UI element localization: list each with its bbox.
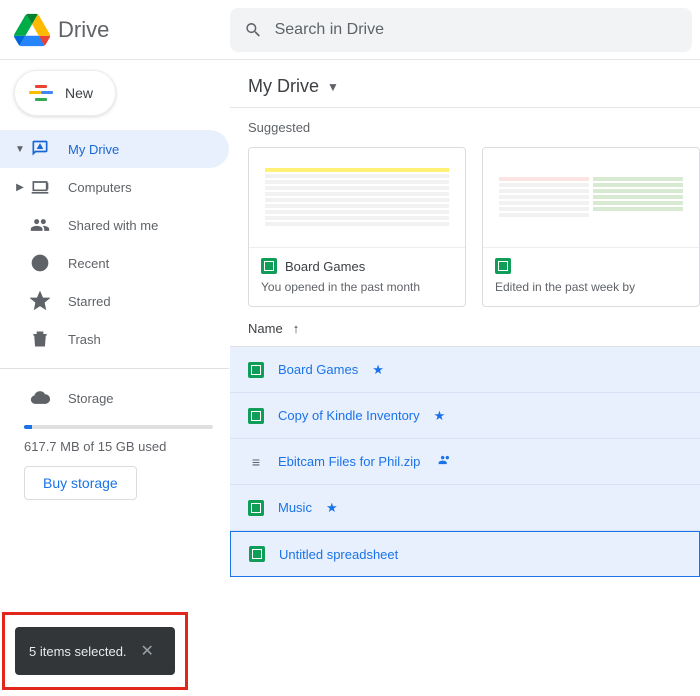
sidebar-item-label: My Drive <box>68 142 119 157</box>
file-row[interactable]: Board Games ★ <box>230 347 700 393</box>
sidebar-item-computers[interactable]: ▶ Computers <box>0 168 229 206</box>
trash-icon <box>28 327 52 351</box>
close-icon[interactable]: ✕ <box>141 641 154 661</box>
new-button-label: New <box>65 85 93 101</box>
toast-selection: 5 items selected. ✕ <box>15 627 175 675</box>
divider <box>0 368 229 369</box>
recent-icon <box>28 251 52 275</box>
sheets-icon <box>495 258 511 274</box>
sidebar-item-label: Computers <box>68 180 132 195</box>
suggested-card[interactable]: Board Games You opened in the past month <box>248 147 466 307</box>
sheets-icon <box>249 546 265 562</box>
main-content: My Drive ▼ Suggested Board Games Yo <box>230 60 700 696</box>
storage-bar <box>24 425 213 429</box>
zip-icon: ≡ <box>248 454 264 470</box>
card-title: Board Games <box>285 259 365 274</box>
file-name: Music <box>278 500 312 515</box>
column-name: Name <box>248 321 283 336</box>
file-name: Untitled spreadsheet <box>279 547 398 562</box>
new-button[interactable]: New <box>14 70 116 116</box>
suggested-heading: Suggested <box>248 120 700 135</box>
file-name: Copy of Kindle Inventory <box>278 408 420 423</box>
shared-icon <box>28 213 52 237</box>
sheets-icon <box>248 408 264 424</box>
list-header[interactable]: Name ↑ <box>230 307 700 347</box>
card-subtitle: Edited in the past week by <box>495 280 687 294</box>
file-name: Ebitcam Files for Phil.zip <box>278 454 420 469</box>
file-row[interactable]: Untitled spreadsheet <box>230 531 700 577</box>
shared-badge-icon <box>438 453 452 470</box>
app-header: Drive <box>0 0 700 60</box>
chevron-down-icon[interactable]: ▼ <box>12 144 28 155</box>
sidebar-item-label: Recent <box>68 256 109 271</box>
sidebar-item-shared[interactable]: Shared with me <box>0 206 229 244</box>
file-list: Board Games ★ Copy of Kindle Inventory ★… <box>230 347 700 577</box>
cloud-icon <box>28 386 52 410</box>
suggested-card[interactable]: Edited in the past week by <box>482 147 700 307</box>
file-name: Board Games <box>278 362 358 377</box>
my-drive-icon <box>28 137 52 161</box>
sidebar-item-label: Storage <box>68 391 114 406</box>
sidebar-item-label: Shared with me <box>68 218 158 233</box>
brand-name: Drive <box>58 17 109 43</box>
search-bar[interactable] <box>230 8 692 52</box>
sidebar-item-trash[interactable]: Trash <box>0 320 229 358</box>
chevron-down-icon[interactable]: ▼ <box>327 80 339 94</box>
star-filled-icon: ★ <box>434 408 446 424</box>
breadcrumb[interactable]: My Drive ▼ <box>230 60 700 108</box>
card-thumbnail <box>249 148 465 248</box>
plus-icon <box>29 81 53 105</box>
search-icon <box>244 20 263 40</box>
sidebar-item-recent[interactable]: Recent <box>0 244 229 282</box>
sidebar-item-my-drive[interactable]: ▼ My Drive <box>0 130 229 168</box>
storage-used-text: 617.7 MB of 15 GB used <box>24 439 213 454</box>
star-filled-icon: ★ <box>372 362 384 378</box>
card-thumbnail <box>483 148 699 248</box>
drive-logo-icon <box>14 12 50 48</box>
sheets-icon <box>248 362 264 378</box>
computers-icon <box>28 175 52 199</box>
sidebar-item-starred[interactable]: Starred <box>0 282 229 320</box>
breadcrumb-label: My Drive <box>248 76 319 97</box>
sheets-icon <box>261 258 277 274</box>
sheets-icon <box>248 500 264 516</box>
sidebar-item-storage[interactable]: Storage <box>0 379 229 417</box>
chevron-right-icon[interactable]: ▶ <box>12 182 28 193</box>
brand[interactable]: Drive <box>0 12 230 48</box>
annotation-highlight: 5 items selected. ✕ <box>2 612 188 690</box>
toast-text: 5 items selected. <box>29 644 127 659</box>
sidebar-item-label: Trash <box>68 332 101 347</box>
sidebar-item-label: Starred <box>68 294 111 309</box>
star-icon <box>28 289 52 313</box>
sort-arrow-up-icon[interactable]: ↑ <box>293 321 300 336</box>
buy-storage-button[interactable]: Buy storage <box>24 466 137 500</box>
card-subtitle: You opened in the past month <box>261 280 453 294</box>
file-row[interactable]: ≡ Ebitcam Files for Phil.zip <box>230 439 700 485</box>
sidebar: New ▼ My Drive ▶ Computers Shared with m… <box>0 60 230 696</box>
star-filled-icon: ★ <box>326 500 338 516</box>
search-input[interactable] <box>275 21 678 39</box>
file-row[interactable]: Copy of Kindle Inventory ★ <box>230 393 700 439</box>
file-row[interactable]: Music ★ <box>230 485 700 531</box>
